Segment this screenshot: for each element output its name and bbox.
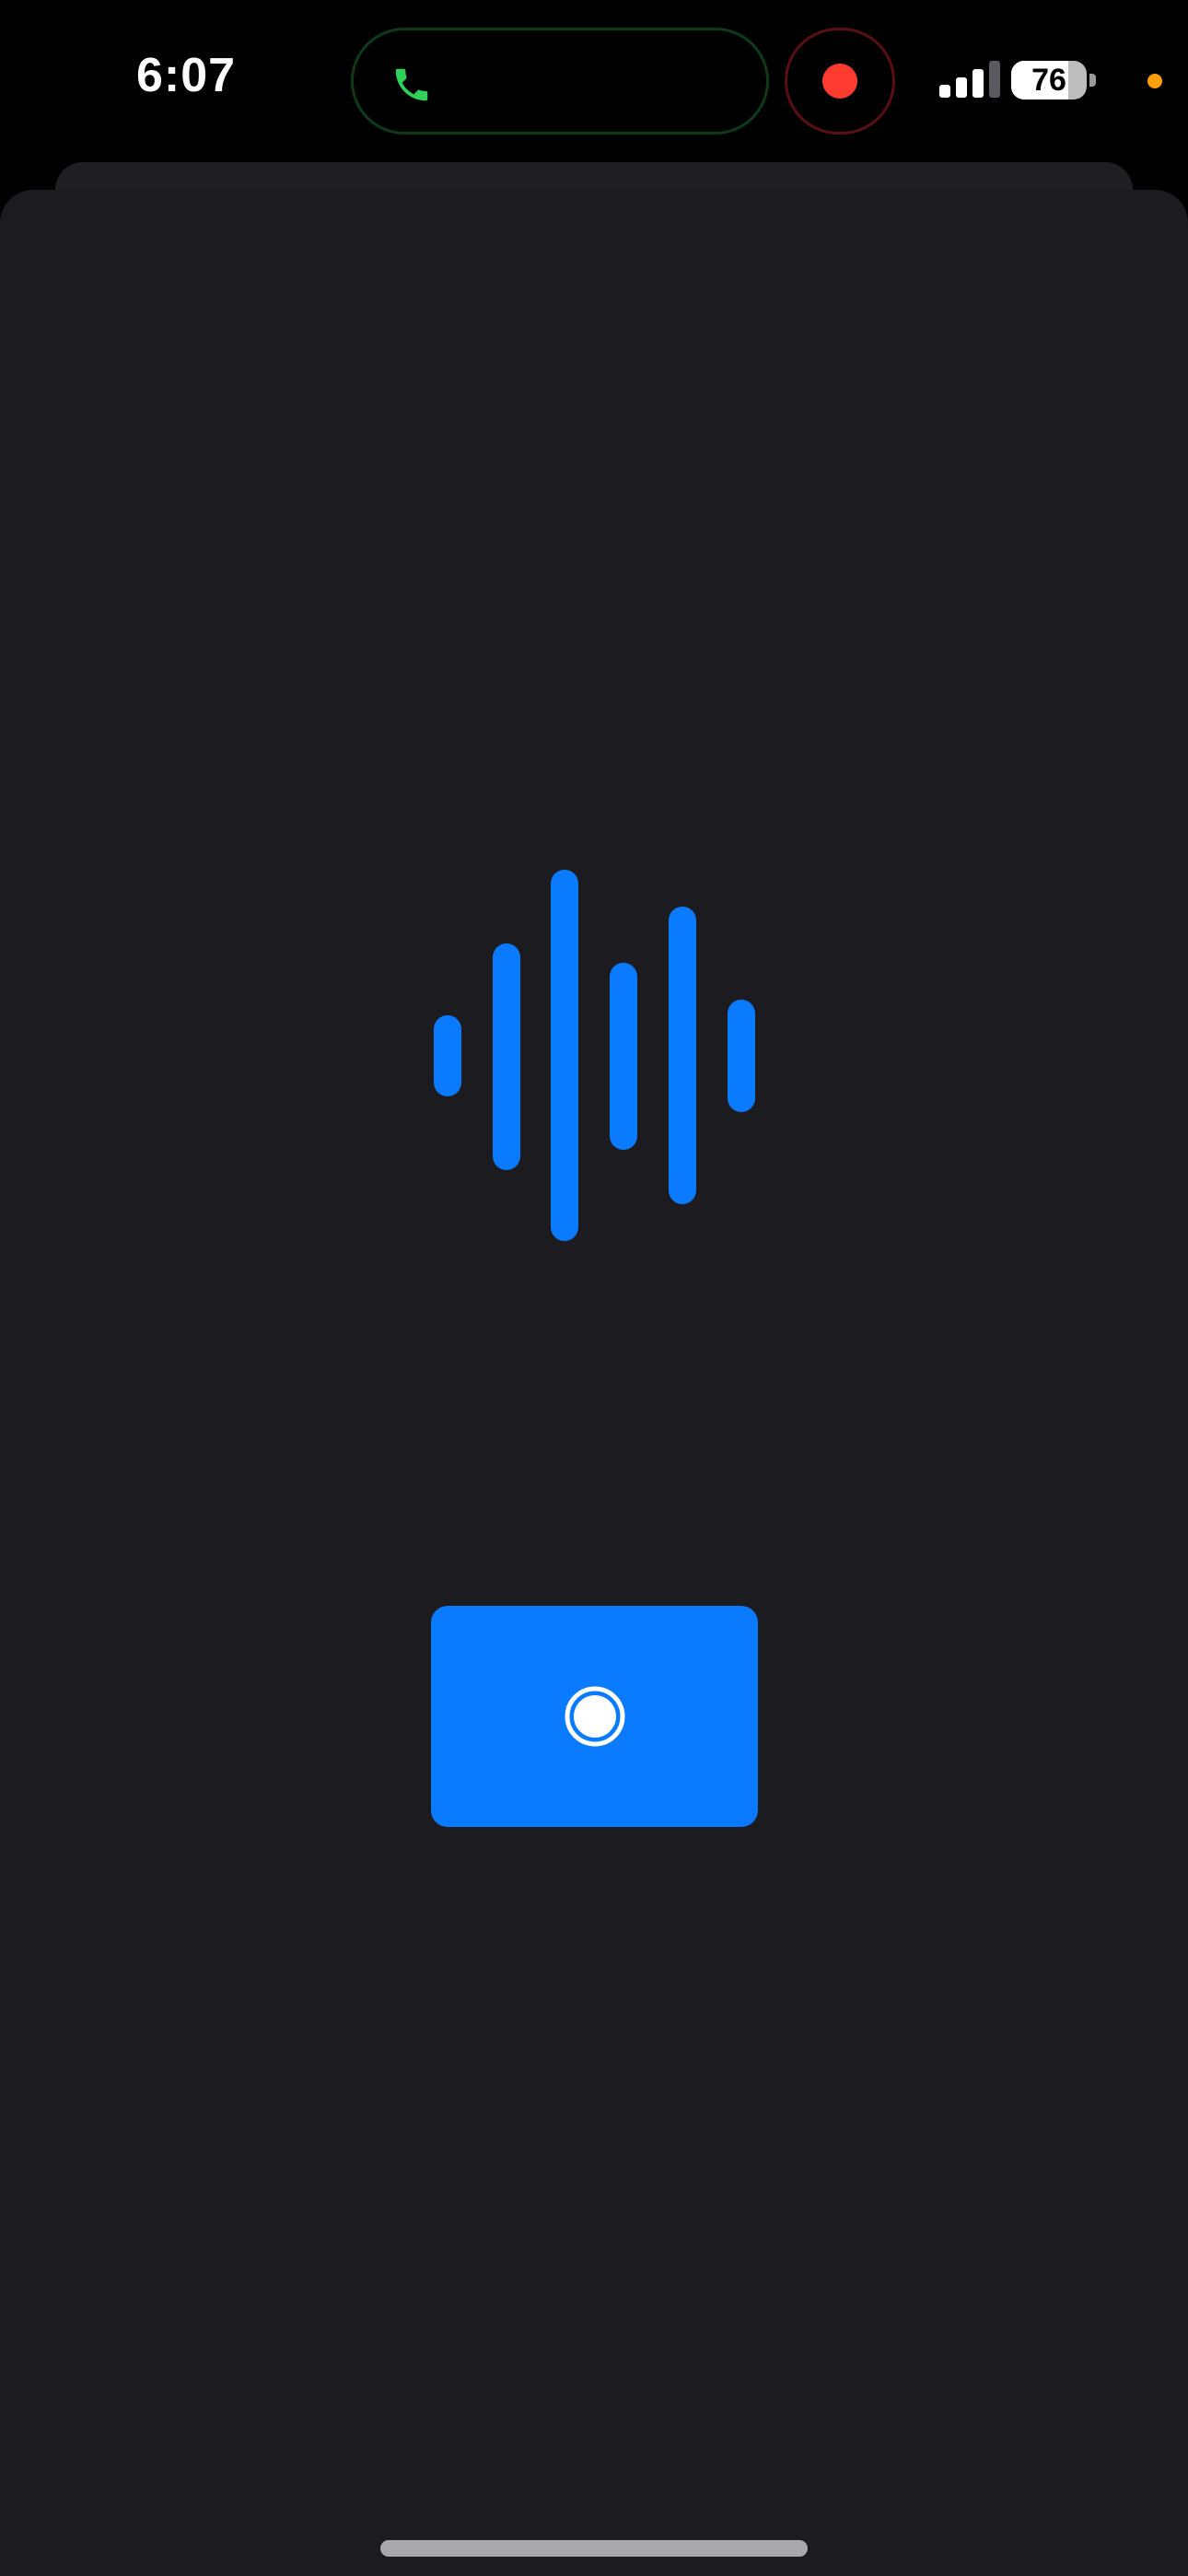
phone-icon	[395, 68, 428, 101]
battery-icon: 76	[1011, 61, 1087, 100]
cellular-signal-icon	[939, 61, 1000, 98]
record-icon	[565, 1686, 625, 1747]
microphone-privacy-indicator	[1147, 74, 1162, 88]
status-time: 6:07	[136, 49, 237, 102]
status-bar: 6:07 76	[0, 0, 1188, 166]
record-dot-icon	[822, 64, 857, 99]
screen-recording-indicator[interactable]	[785, 28, 895, 135]
record-button[interactable]	[431, 1606, 758, 1827]
home-indicator[interactable]	[380, 2540, 808, 2557]
battery-level: 76	[1031, 63, 1066, 98]
active-call-pill[interactable]	[351, 28, 769, 135]
voice-recording-sheet	[0, 190, 1188, 2576]
battery-tip	[1089, 74, 1096, 87]
